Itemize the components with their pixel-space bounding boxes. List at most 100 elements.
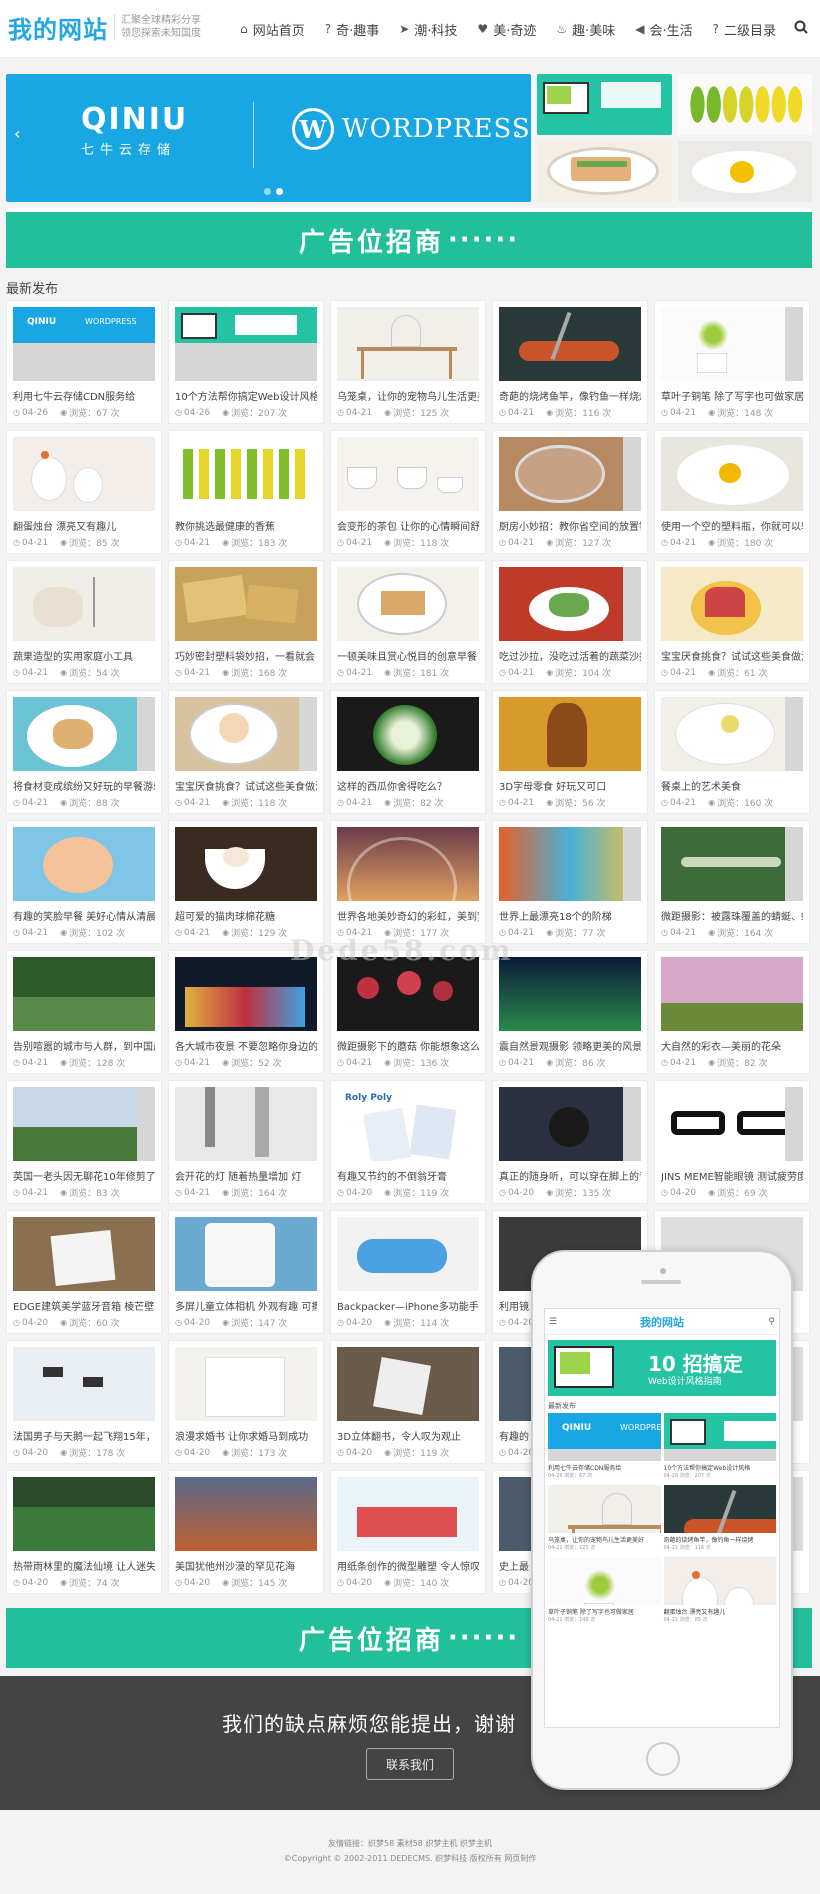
post-thumbnail[interactable] — [13, 1347, 155, 1421]
post-title[interactable]: 3D字母零食 好玩又可口 — [499, 778, 641, 793]
mobile-post-thumbnail[interactable] — [663, 1413, 776, 1461]
post-thumbnail[interactable] — [661, 437, 803, 511]
post-card[interactable]: 世界上最漂亮18个的阶梯 ◷ 04-21 ◉ 浏览：77 次 — [492, 820, 648, 944]
post-card[interactable]: 有趣的笑脸早餐 美好心情从清晨 ◷ 04-21 ◉ 浏览：102 次 — [6, 820, 162, 944]
featured-thumb-egg[interactable] — [677, 141, 812, 202]
post-title[interactable]: 宝宝厌食挑食？试试这些美食做法 — [661, 648, 803, 663]
post-card[interactable]: Roly Poly 有趣又节约的不倒翁牙膏 ◷ 04-20 ◉ 浏览：119 次 — [330, 1080, 486, 1204]
post-title[interactable]: 大自然的彩衣—美丽的花朵 — [661, 1038, 803, 1053]
post-title[interactable]: 有趣的笑脸早餐 美好心情从清晨 — [13, 908, 155, 923]
post-thumbnail[interactable]: QINIU WORDPRESS — [13, 307, 155, 381]
mobile-post-title[interactable]: 乌笼桌，让你的宠物鸟儿生活更美好 — [548, 1535, 661, 1544]
post-card[interactable]: 3D字母零食 好玩又可口 ◷ 04-21 ◉ 浏览：56 次 — [492, 690, 648, 814]
post-card[interactable]: 教你挑选最健康的香蕉 ◷ 04-21 ◉ 浏览：183 次 — [168, 430, 324, 554]
post-title[interactable]: EDGE建筑美学蓝牙音箱 棱芒壁现 — [13, 1298, 155, 1313]
post-title[interactable]: 吃过沙拉，没吃过活着的蔬菜沙拉 — [499, 648, 641, 663]
post-card[interactable]: 微距摄影下的蘑菇 你能想象这么 ◷ 04-21 ◉ 浏览：136 次 — [330, 950, 486, 1074]
post-title[interactable]: 翻蛋烛台 漂亮又有趣儿 — [13, 518, 155, 533]
post-title[interactable]: Backpacker—iPhone多功能手机 — [337, 1298, 479, 1313]
post-card[interactable]: 浪漫求婚书 让你求婚马到成功 ◷ 04-20 ◉ 浏览：173 次 — [168, 1340, 324, 1464]
mobile-post-thumbnail[interactable] — [663, 1485, 776, 1533]
friend-links[interactable]: 友情链接：织梦58 素材58 织梦主机 织梦主机 — [0, 1838, 820, 1849]
post-thumbnail[interactable] — [13, 437, 155, 511]
post-card[interactable]: 草叶子铜笔 除了写字也可做家居 ◷ 04-21 ◉ 浏览：148 次 — [654, 300, 810, 424]
post-card[interactable]: 这样的西瓜你舍得吃么？ ◷ 04-21 ◉ 浏览：82 次 — [330, 690, 486, 814]
site-logo[interactable]: 我的网站 — [8, 10, 108, 45]
post-thumbnail[interactable] — [499, 827, 641, 901]
mobile-post-title[interactable]: 草叶子铜笔 除了写字也可做家居 — [548, 1607, 661, 1616]
post-card[interactable]: 巧妙密封塑料袋妙招，一看就会 ◷ 04-21 ◉ 浏览：168 次 — [168, 560, 324, 684]
post-thumbnail[interactable] — [13, 1217, 155, 1291]
post-thumbnail[interactable] — [175, 437, 317, 511]
post-thumbnail[interactable] — [661, 957, 803, 1031]
mobile-post-thumbnail[interactable] — [663, 1557, 776, 1605]
post-thumbnail[interactable] — [337, 567, 479, 641]
post-title[interactable]: 用纸条创作的微型雕塑 令人惊叹 — [337, 1558, 479, 1573]
post-card[interactable]: 10个方法帮你搞定Web设计风格 ◷ 04-26 ◉ 浏览：207 次 — [168, 300, 324, 424]
post-card[interactable]: 蔬果造型的实用家庭小工具 ◷ 04-21 ◉ 浏览：54 次 — [6, 560, 162, 684]
post-thumbnail[interactable] — [175, 1217, 317, 1291]
post-card[interactable]: 一顿美味且赏心悦目的创意早餐 ◷ 04-21 ◉ 浏览：181 次 — [330, 560, 486, 684]
post-title[interactable]: 将食材变成缤纷又好玩的早餐游乐 — [13, 778, 155, 793]
mobile-post-card[interactable]: 奇葩的烧烤鱼竿，像钓鱼一样烧烤 04-21 浏览：116 次 — [663, 1485, 777, 1554]
post-card[interactable]: 法国男子与天鹅一起飞翔15年， ◷ 04-20 ◉ 浏览：178 次 — [6, 1340, 162, 1464]
post-card[interactable]: 真正的随身听，可以穿在脚上的音 ◷ 04-20 ◉ 浏览：135 次 — [492, 1080, 648, 1204]
post-title[interactable]: 一顿美味且赏心悦目的创意早餐 — [337, 648, 479, 663]
nav-item-subdir[interactable]: ? 二级目录 — [703, 0, 786, 58]
post-thumbnail[interactable] — [13, 567, 155, 641]
post-card[interactable]: EDGE建筑美学蓝牙音箱 棱芒壁现 ◷ 04-20 ◉ 浏览：60 次 — [6, 1210, 162, 1334]
mobile-post-card[interactable]: 草叶子铜笔 除了写字也可做家居 04-21 浏览：148 次 — [548, 1557, 661, 1626]
post-card[interactable]: 各大城市夜景 不要忽略你身边的 ◷ 04-21 ◉ 浏览：52 次 — [168, 950, 324, 1074]
post-thumbnail[interactable] — [337, 1217, 479, 1291]
post-thumbnail[interactable] — [337, 1477, 479, 1551]
post-thumbnail[interactable]: Roly Poly — [337, 1087, 479, 1161]
post-title[interactable]: 这样的西瓜你舍得吃么？ — [337, 778, 479, 793]
post-title[interactable]: 微距摄影：被露珠覆盖的蜻蜓、蝴 — [661, 908, 803, 923]
post-thumbnail[interactable] — [499, 307, 641, 381]
nav-item-food[interactable]: ♨ 趣·美味 — [546, 0, 625, 58]
post-thumbnail[interactable] — [337, 827, 479, 901]
featured-thumb-web-design[interactable] — [537, 74, 672, 135]
chevron-left-icon[interactable]: ‹ — [14, 124, 20, 143]
mobile-post-thumbnail[interactable] — [548, 1557, 661, 1605]
ad-banner-top[interactable]: 广告位招商 ······ — [6, 208, 812, 268]
post-thumbnail[interactable] — [175, 827, 317, 901]
post-thumbnail[interactable] — [13, 1477, 155, 1551]
post-title[interactable]: 草叶子铜笔 除了写字也可做家居 — [661, 388, 803, 403]
mobile-post-card[interactable]: QINIUWORDPRESS 利用七牛云存储CDN服务给04-26 浏览：67 次 — [548, 1413, 661, 1482]
mobile-post-card[interactable]: 乌笼桌，让你的宠物鸟儿生活更美好 04-21 浏览：125 次 — [548, 1485, 661, 1554]
post-card[interactable]: 厨房小妙招：教你省空间的放置锅 ◷ 04-21 ◉ 浏览：127 次 — [492, 430, 648, 554]
mobile-post-thumbnail[interactable]: QINIUWORDPRESS — [548, 1413, 661, 1461]
post-title[interactable]: 宝宝厌食挑食？试试这些美食做法 — [175, 778, 317, 793]
post-thumbnail[interactable] — [661, 827, 803, 901]
post-thumbnail[interactable] — [337, 1347, 479, 1421]
post-title[interactable]: 超可爱的猫肉球棉花糖 — [175, 908, 317, 923]
post-title[interactable]: 美国犹他州沙漠的罕见花海 — [175, 1558, 317, 1573]
post-card[interactable]: 大自然的彩衣—美丽的花朵 ◷ 04-21 ◉ 浏览：82 次 — [654, 950, 810, 1074]
post-title[interactable]: 多屏儿童立体相机 外观有趣 可撒 — [175, 1298, 317, 1313]
menu-icon[interactable]: ☰ — [549, 1317, 557, 1327]
nav-item-tech[interactable]: ➤ 潮·科技 — [389, 0, 467, 58]
post-thumbnail[interactable] — [175, 1477, 317, 1551]
post-thumbnail[interactable] — [499, 1087, 641, 1161]
post-card[interactable]: 会变形的茶包 让你的心情瞬间舒 ◷ 04-21 ◉ 浏览：118 次 — [330, 430, 486, 554]
post-thumbnail[interactable] — [661, 307, 803, 381]
search-icon[interactable]: ⚲ — [768, 1317, 775, 1327]
post-card[interactable]: QINIU WORDPRESS 利用七牛云存储CDN服务给 ◷ 04-26 ◉ 浏览：67 … — [6, 300, 162, 424]
post-thumbnail[interactable] — [13, 827, 155, 901]
post-thumbnail[interactable] — [175, 1087, 317, 1161]
post-card[interactable]: 将食材变成缤纷又好玩的早餐游乐 ◷ 04-21 ◉ 浏览：88 次 — [6, 690, 162, 814]
post-title[interactable]: 世界各地美妙奇幻的彩虹，美到窒 — [337, 908, 479, 923]
post-thumbnail[interactable] — [499, 697, 641, 771]
post-title[interactable]: 乌笼桌，让你的宠物鸟儿生活更美 — [337, 388, 479, 403]
post-title[interactable]: 会变形的茶包 让你的心情瞬间舒 — [337, 518, 479, 533]
mobile-post-title[interactable]: 奇葩的烧烤鱼竿，像钓鱼一样烧烤 — [664, 1535, 777, 1544]
post-card[interactable]: 使用一个空的塑料瓶，你就可以轻 ◷ 04-21 ◉ 浏览：180 次 — [654, 430, 810, 554]
contact-us-button[interactable]: 联系我们 — [366, 1748, 454, 1780]
post-card[interactable]: 微距摄影：被露珠覆盖的蜻蜓、蝴 ◷ 04-21 ◉ 浏览：164 次 — [654, 820, 810, 944]
search-icon[interactable] — [786, 20, 812, 38]
post-card[interactable]: 多屏儿童立体相机 外观有趣 可撒 ◷ 04-20 ◉ 浏览：147 次 — [168, 1210, 324, 1334]
post-card[interactable]: 超可爱的猫肉球棉花糖 ◷ 04-21 ◉ 浏览：129 次 — [168, 820, 324, 944]
post-title[interactable]: 热带雨林里的魔法仙境 让人迷失 — [13, 1558, 155, 1573]
mobile-logo[interactable]: 我的网站 — [640, 1314, 684, 1330]
